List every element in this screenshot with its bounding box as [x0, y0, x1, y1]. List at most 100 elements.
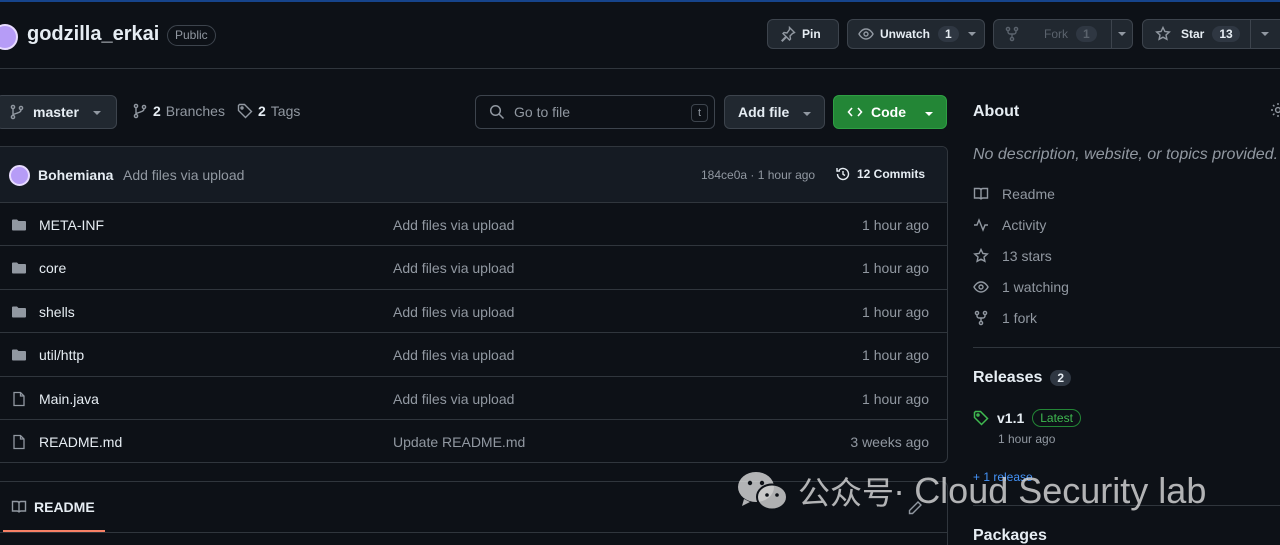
branches-label: Branches	[165, 103, 225, 119]
file-icon	[11, 434, 27, 450]
file-row[interactable]: META-INF Add files via upload 1 hour ago	[0, 203, 947, 247]
chevron-down-icon	[924, 106, 934, 122]
book-icon	[11, 499, 27, 515]
branch-selector[interactable]: master	[0, 95, 117, 129]
wechat-icon	[736, 470, 788, 512]
chevron-down-icon[interactable]	[1249, 20, 1280, 48]
code-label: Code	[871, 104, 906, 120]
eye-icon	[858, 26, 874, 42]
file-row[interactable]: Main.java Add files via upload 1 hour ago	[0, 377, 947, 420]
unwatch-label: Unwatch	[880, 27, 931, 41]
sidebar-item-label: 13 stars	[1002, 248, 1052, 264]
branches-link[interactable]: 2 Branches	[132, 103, 225, 119]
readme-divider	[0, 532, 947, 533]
commit-message[interactable]: Add files via upload	[123, 167, 244, 183]
releases-title-label: Releases	[973, 369, 1043, 386]
sidebar-item-label: 1 watching	[1002, 279, 1069, 295]
commits-link[interactable]: 12 Commits	[835, 166, 925, 182]
file-name[interactable]: META-INF	[39, 217, 104, 233]
latest-badge: Latest	[1032, 409, 1081, 427]
sidebar-item-label: Activity	[1002, 217, 1047, 233]
commit-hash-time[interactable]: 184ce0a · 1 hour ago	[701, 168, 815, 182]
file-name[interactable]: README.md	[39, 434, 122, 450]
commits-count: 12 Commits	[857, 167, 926, 181]
fork-button[interactable]: Fork 1	[993, 19, 1133, 49]
watermark-en-text: Cloud Security lab	[914, 470, 1207, 511]
file-row[interactable]: shells Add files via upload 1 hour ago	[0, 290, 947, 334]
pin-label: Pin	[802, 27, 821, 41]
about-description: No description, website, or topics provi…	[973, 146, 1279, 163]
sidebar-item-watching[interactable]: 1 watching	[973, 279, 1069, 295]
watch-count: 1	[938, 26, 959, 42]
branch-name: master	[33, 104, 79, 120]
sidebar-item-readme[interactable]: Readme	[973, 186, 1055, 202]
folder-icon	[11, 260, 27, 276]
packages-title[interactable]: Packages	[973, 527, 1047, 545]
file-commit-message[interactable]: Add files via upload	[393, 304, 514, 320]
commit-author[interactable]: Bohemiana	[38, 167, 113, 183]
readme-tab[interactable]: README	[11, 499, 95, 515]
folder-icon	[11, 304, 27, 320]
file-name[interactable]: Main.java	[39, 391, 99, 407]
file-table: Bohemiana Add files via upload 184ce0a ·…	[0, 146, 948, 463]
history-icon	[835, 166, 851, 182]
file-commit-message[interactable]: Add files via upload	[393, 347, 514, 363]
sidebar-item-stars[interactable]: 13 stars	[973, 248, 1052, 264]
release-tag-name: v1.1	[997, 410, 1025, 426]
latest-commit-bar: Bohemiana Add files via upload 184ce0a ·…	[0, 147, 947, 203]
pulse-icon	[973, 217, 989, 233]
sidebar-item-activity[interactable]: Activity	[973, 217, 1046, 233]
fork-label: Fork	[1044, 27, 1068, 41]
branches-count: 2	[153, 103, 161, 119]
repo-name[interactable]: godzilla_erkai	[27, 23, 159, 46]
file-row[interactable]: README.md Update README.md 3 weeks ago	[0, 420, 947, 462]
file-name[interactable]: core	[39, 260, 66, 276]
release-item[interactable]: v1.1 Latest	[973, 409, 1081, 427]
releases-title[interactable]: Releases 2	[973, 369, 1072, 387]
watermark-cn-text: 公众号·	[798, 474, 905, 512]
repo-header: godzilla_erkai Public Pin Unwatch 1 Fork…	[0, 0, 1280, 69]
pin-button[interactable]: Pin	[767, 19, 839, 49]
keyboard-shortcut: t	[691, 104, 708, 122]
chevron-down-icon[interactable]	[1110, 20, 1132, 48]
file-commit-time: 1 hour ago	[862, 217, 929, 233]
tags-link[interactable]: 2 Tags	[237, 103, 300, 119]
search-icon	[489, 104, 505, 120]
star-button[interactable]: Star 13	[1142, 19, 1280, 49]
star-icon	[1155, 26, 1171, 42]
chevron-down-icon[interactable]	[961, 20, 984, 48]
folder-icon	[11, 347, 27, 363]
file-commit-time: 1 hour ago	[862, 260, 929, 277]
chevron-down-icon	[92, 105, 102, 121]
add-file-button[interactable]: Add file	[724, 95, 825, 129]
file-commit-message[interactable]: Add files via upload	[393, 217, 514, 233]
branch-icon	[132, 103, 148, 119]
file-name[interactable]: shells	[39, 304, 75, 320]
file-commit-message[interactable]: Add files via upload	[393, 260, 514, 276]
gear-icon[interactable]	[1270, 102, 1280, 118]
file-commit-message[interactable]: Update README.md	[393, 434, 525, 450]
go-to-file-input[interactable]: Go to file t	[475, 95, 715, 129]
fork-icon	[973, 310, 989, 326]
branch-icon	[9, 104, 25, 120]
star-count: 13	[1212, 26, 1240, 42]
sidebar-item-forks[interactable]: 1 fork	[973, 310, 1037, 326]
file-commit-message[interactable]: Add files via upload	[393, 391, 514, 407]
file-name[interactable]: util/http	[39, 347, 84, 363]
file-row[interactable]: util/http Add files via upload 1 hour ago	[0, 333, 947, 377]
code-button[interactable]: Code	[833, 95, 947, 129]
fork-count: 1	[1076, 26, 1097, 42]
book-icon	[973, 186, 989, 202]
file-list: META-INF Add files via upload 1 hour ago co…	[0, 203, 947, 462]
add-file-label: Add file	[738, 104, 790, 120]
eye-icon	[973, 279, 989, 295]
owner-avatar[interactable]	[0, 24, 18, 50]
unwatch-button[interactable]: Unwatch 1	[847, 19, 985, 49]
tags-count: 2	[258, 103, 266, 119]
tag-icon	[237, 103, 253, 119]
commit-author-avatar[interactable]	[9, 165, 30, 186]
pin-icon	[780, 26, 796, 42]
sidebar-divider	[973, 347, 1280, 348]
file-row[interactable]: core Add files via upload 1 hour ago	[0, 246, 947, 290]
releases-count: 2	[1050, 370, 1072, 386]
